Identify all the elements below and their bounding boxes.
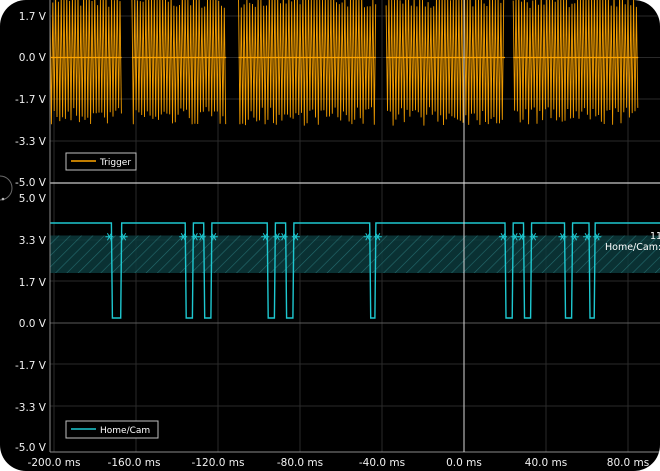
x-tick: -120.0 ms — [192, 457, 245, 469]
top-y-tick: 0.0 V — [19, 52, 47, 64]
homecam-annotation-label: Home/Cam: — [605, 242, 660, 253]
oscilloscope-window: 1.7 V 0.0 V -1.7 V -3.3 V -5.0 V 5.0 V 3… — [0, 0, 660, 471]
top-y-tick: 1.7 V — [19, 11, 47, 23]
trigger-legend[interactable]: Trigger — [65, 152, 137, 171]
homecam-waveform — [50, 222, 660, 319]
waveform-view[interactable]: 1.7 V 0.0 V -1.7 V -3.3 V -5.0 V 5.0 V 3… — [0, 0, 660, 471]
bottom-y-tick: -3.3 V — [15, 402, 47, 414]
bottom-y-tick: -5.0 V — [15, 442, 47, 454]
bottom-y-tick: 1.7 V — [19, 277, 47, 289]
trigger-legend-label: Trigger — [99, 158, 131, 168]
homecam-legend[interactable]: Home/Cam — [65, 420, 159, 439]
x-tick: -200.0 ms — [28, 457, 81, 469]
x-tick: 0.0 ms — [446, 457, 482, 469]
bottom-y-tick: -1.7 V — [15, 360, 47, 372]
trigger-waveform — [49, 0, 639, 126]
bottom-y-tick: 5.0 V — [19, 193, 47, 205]
top-y-tick: -3.3 V — [15, 136, 47, 148]
x-tick: 80.0 ms — [607, 457, 649, 469]
top-y-axis: 1.7 V 0.0 V -1.7 V -3.3 V -5.0 V — [15, 11, 47, 189]
homecam-annotation-value: 11 — [650, 231, 660, 242]
x-tick: -40.0 ms — [359, 457, 405, 469]
x-tick: -160.0 ms — [108, 457, 161, 469]
top-y-tick: -1.7 V — [15, 94, 47, 106]
x-tick: 40.0 ms — [525, 457, 567, 469]
panel-resize-handle[interactable] — [0, 175, 13, 201]
bottom-y-tick: 3.3 V — [19, 235, 47, 247]
top-y-tick: -5.0 V — [15, 177, 47, 189]
bottom-y-axis: 5.0 V 3.3 V 1.7 V 0.0 V -1.7 V -3.3 V -5… — [15, 193, 47, 454]
x-axis: -200.0 ms -160.0 ms -120.0 ms -80.0 ms -… — [28, 457, 650, 469]
bottom-y-tick: 0.0 V — [19, 318, 47, 330]
x-tick: -80.0 ms — [277, 457, 323, 469]
homecam-legend-label: Home/Cam — [100, 426, 150, 436]
